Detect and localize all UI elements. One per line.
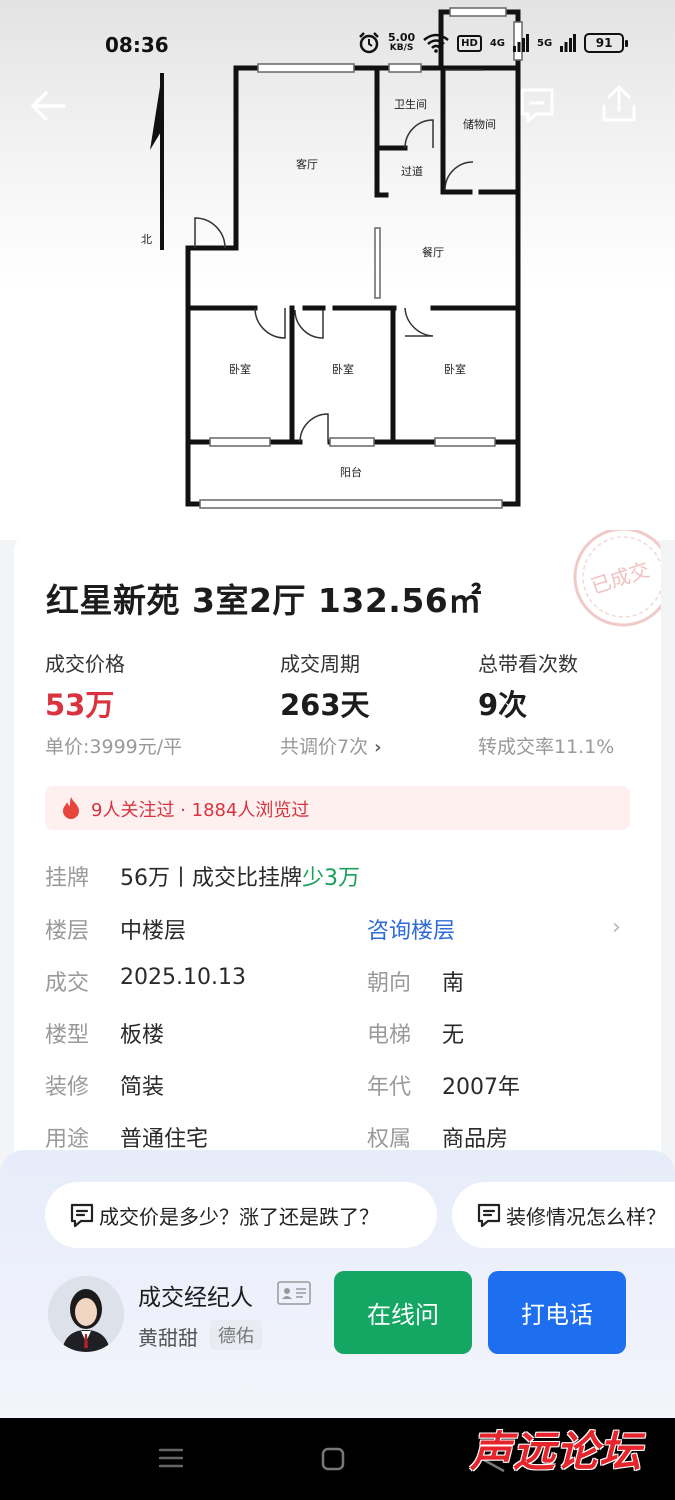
question-chip-decoration[interactable]: 装修情况怎么样？ bbox=[452, 1182, 675, 1248]
floor-value: 中楼层 bbox=[120, 919, 187, 944]
share-icon[interactable] bbox=[596, 82, 642, 128]
decoration-label: 装修 bbox=[45, 1075, 90, 1100]
price-difference: 少3万 bbox=[302, 866, 360, 891]
price-adjust-text: 共调价7次 bbox=[280, 736, 369, 758]
room-label-bathroom: 卫生间 bbox=[394, 97, 427, 111]
chevron-right-icon: › bbox=[374, 737, 382, 758]
chat-bubble-icon bbox=[477, 1203, 501, 1228]
hd-badge: HD bbox=[457, 34, 482, 52]
agent-role: 成交经纪人 bbox=[138, 1285, 253, 1311]
consult-floor-link[interactable]: 咨询楼层 bbox=[367, 913, 455, 945]
forum-watermark: 声远论坛 bbox=[470, 1427, 643, 1476]
sold-stamp: 已成交 bbox=[573, 530, 661, 627]
status-icons: 5.00 KB/S HD 4G 5G 91 bbox=[358, 28, 629, 58]
question-chip-price[interactable]: 成交价是多少？涨了还是跌了？ bbox=[45, 1182, 437, 1248]
flame-icon bbox=[63, 797, 79, 819]
listing-price-text: 56万丨成交比挂牌 bbox=[120, 866, 302, 891]
network-4g-label: 4G bbox=[489, 37, 505, 49]
recent-apps-icon[interactable] bbox=[159, 1447, 183, 1469]
deal-cycle-value: 263天 bbox=[280, 688, 370, 722]
popularity-text: 9人关注过 · 1884人浏览过 bbox=[91, 800, 310, 821]
message-icon[interactable] bbox=[514, 82, 560, 128]
ownership-value: 商品房 bbox=[442, 1127, 509, 1152]
popularity-bar: 9人关注过 · 1884人浏览过 bbox=[45, 786, 630, 830]
signal-5g-icon bbox=[560, 34, 577, 52]
listing-info-card: 已成交 红星新苑 3室2厅 132.56㎡ 成交价格 53万 单价:3999元/… bbox=[14, 530, 661, 1170]
floor-label: 楼层 bbox=[45, 919, 90, 944]
viewing-count-label: 总带看次数 bbox=[478, 652, 578, 676]
room-label-storage: 储物间 bbox=[463, 117, 496, 131]
room-label-bedroom-3: 卧室 bbox=[444, 362, 466, 376]
agent-photo bbox=[48, 1276, 124, 1352]
price-adjust-link[interactable]: 共调价7次 › bbox=[280, 732, 382, 759]
back-arrow-icon[interactable] bbox=[26, 84, 72, 130]
business-card-icon[interactable] bbox=[277, 1281, 311, 1305]
orientation-value: 南 bbox=[442, 971, 465, 996]
network-speed-value: 5.00 bbox=[388, 31, 416, 44]
room-label-balcony: 阳台 bbox=[340, 465, 362, 479]
building-type-value: 板楼 bbox=[120, 1023, 165, 1048]
agent-panel: 成交价是多少？涨了还是跌了？ 装修情况怎么样？ 成交经纪人 黄甜甜 德佑 在线问… bbox=[0, 1150, 675, 1418]
unit-price: 单价:3999元/平 bbox=[45, 736, 183, 758]
deal-date-value: 2025.10.13 bbox=[120, 965, 246, 990]
listing-price-value: 56万丨成交比挂牌少3万 bbox=[120, 860, 360, 892]
status-bar: 08:36 5.00 KB/S HD 4G 5G 91 bbox=[0, 0, 675, 90]
room-label-corridor: 过道 bbox=[401, 164, 423, 178]
elevator-label: 电梯 bbox=[367, 1023, 412, 1048]
question-chip-price-text: 成交价是多少？涨了还是跌了？ bbox=[99, 1204, 379, 1229]
ownership-label: 权属 bbox=[367, 1127, 412, 1152]
chevron-right-icon[interactable]: › bbox=[612, 915, 621, 940]
conversion-rate: 转成交率11.1% bbox=[478, 736, 615, 758]
call-button[interactable]: 打电话 bbox=[488, 1271, 626, 1354]
sold-stamp-text: 已成交 bbox=[588, 557, 652, 598]
agent-avatar[interactable] bbox=[48, 1276, 124, 1352]
building-type-label: 楼型 bbox=[45, 1023, 90, 1048]
room-label-living: 客厅 bbox=[296, 157, 318, 171]
online-ask-button[interactable]: 在线问 bbox=[334, 1271, 472, 1354]
north-label: 北 bbox=[141, 233, 152, 246]
usage-label: 用途 bbox=[45, 1127, 90, 1152]
year-label: 年代 bbox=[367, 1075, 412, 1100]
network-5g-label: 5G bbox=[536, 37, 553, 49]
alarm-icon bbox=[359, 32, 379, 54]
home-icon[interactable] bbox=[321, 1447, 345, 1471]
decoration-value: 简装 bbox=[120, 1075, 165, 1100]
deal-price-value: 53万 bbox=[45, 688, 115, 722]
viewing-count-value: 9次 bbox=[478, 688, 528, 722]
deal-cycle-label: 成交周期 bbox=[280, 652, 360, 676]
orientation-label: 朝向 bbox=[367, 971, 412, 996]
network-speed-unit: KB/S bbox=[389, 43, 414, 53]
elevator-value: 无 bbox=[442, 1023, 465, 1048]
deal-date-label: 成交 bbox=[45, 971, 90, 996]
status-time: 08:36 bbox=[105, 33, 169, 57]
listing-title: 红星新苑 3室2厅 132.56㎡ bbox=[46, 581, 482, 620]
year-value: 2007年 bbox=[442, 1075, 520, 1100]
agent-name: 黄甜甜 bbox=[138, 1326, 198, 1350]
listing-price-label: 挂牌 bbox=[45, 866, 90, 891]
question-chip-decoration-text: 装修情况怎么样？ bbox=[506, 1204, 666, 1229]
room-label-bedroom-2: 卧室 bbox=[332, 362, 354, 376]
chat-bubble-icon bbox=[70, 1203, 94, 1228]
wifi-icon bbox=[423, 33, 449, 53]
room-label-dining: 餐厅 bbox=[422, 245, 444, 259]
network-speed: 5.00 KB/S bbox=[388, 32, 415, 54]
deal-price-label: 成交价格 bbox=[45, 652, 125, 676]
room-label-bedroom-1: 卧室 bbox=[229, 362, 251, 376]
agent-company-badge: 德佑 bbox=[210, 1320, 262, 1350]
usage-value: 普通住宅 bbox=[120, 1127, 209, 1152]
battery-indicator: 91 bbox=[584, 33, 629, 53]
signal-4g-icon bbox=[512, 34, 529, 52]
